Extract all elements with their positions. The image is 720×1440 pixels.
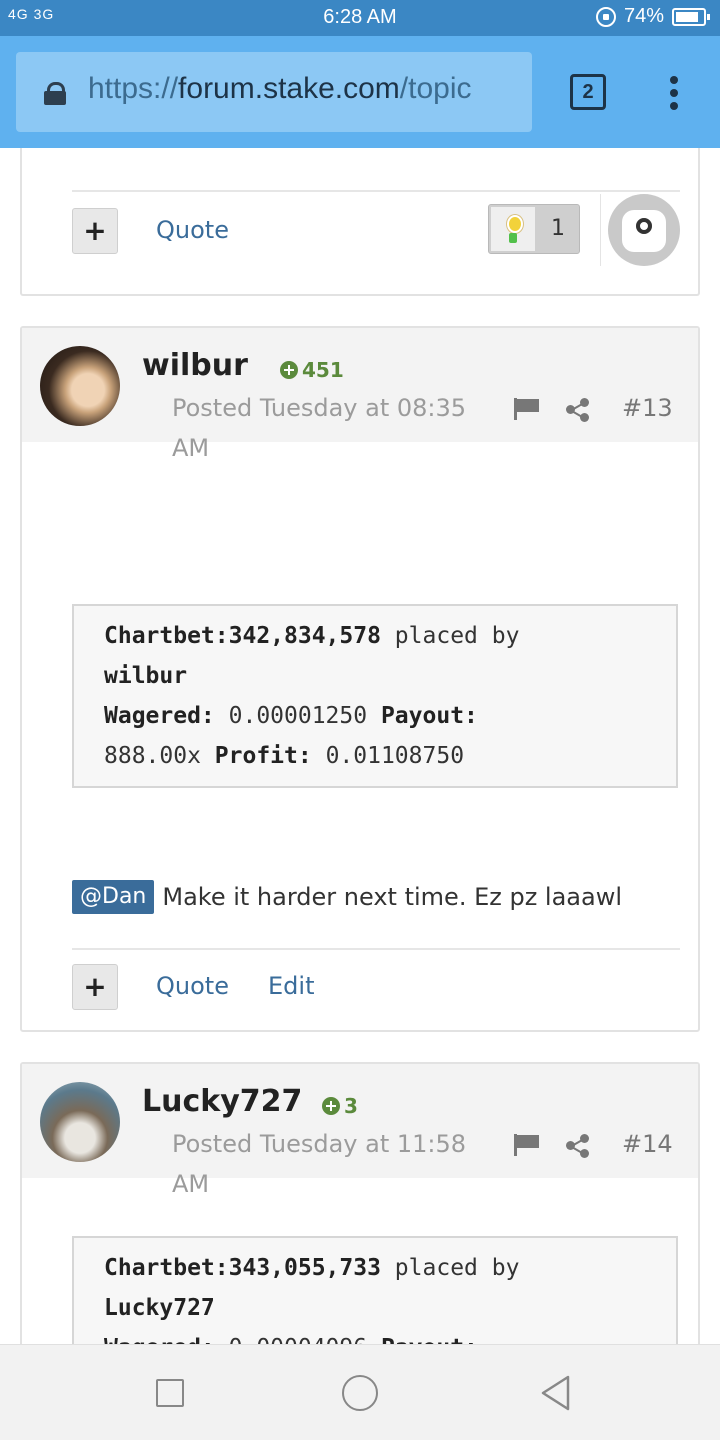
bet-placed-by: placed by xyxy=(380,1255,520,1281)
bet-placed-by: placed by xyxy=(380,623,520,649)
share-icon[interactable] xyxy=(566,398,590,422)
status-bar: 4G 3G 6:28 AM 74% xyxy=(0,0,720,36)
post-text: Make it harder next time. Ez pz laaawl xyxy=(162,883,623,911)
wagered-label: Wagered: xyxy=(104,1335,215,1344)
profit-label: Profit: xyxy=(214,743,312,769)
payout-value: 888.00x xyxy=(104,743,215,769)
plus-circle-icon xyxy=(280,361,298,379)
bet-user: wilbur xyxy=(104,663,188,689)
share-icon[interactable] xyxy=(566,1134,590,1158)
avatar[interactable] xyxy=(40,346,120,426)
recent-apps-icon[interactable] xyxy=(156,1379,184,1407)
avatar[interactable] xyxy=(40,1082,120,1162)
post-date: Posted Tuesday at 08:35 AM xyxy=(172,394,467,462)
page-content[interactable]: + Quote 1 wilbur 451 Posted Tuesday at 0… xyxy=(0,148,720,1344)
bet-embed: Chartbet:342,834,578 placed by wilbur Wa… xyxy=(72,604,678,788)
reputation-count: 3 xyxy=(344,1094,358,1118)
flag-icon[interactable] xyxy=(514,398,540,420)
plus-button[interactable]: + xyxy=(72,964,118,1010)
username[interactable]: wilbur xyxy=(142,348,248,383)
wagered-value: 0.00004096 xyxy=(215,1335,381,1344)
post-header: Lucky727 3 Posted Tuesday at 11:58 AM #1… xyxy=(22,1064,698,1198)
vertical-divider xyxy=(600,194,601,266)
bet-prefix: Chartbet: xyxy=(104,1255,229,1281)
mention-link[interactable]: @Dan xyxy=(72,880,155,914)
reputation-badge: 451 xyxy=(280,358,344,382)
bet-user: Lucky727 xyxy=(104,1295,215,1321)
post-date: Posted Tuesday at 11:58 AM xyxy=(172,1130,467,1198)
post-card: Lucky727 3 Posted Tuesday at 11:58 AM #1… xyxy=(20,1062,700,1344)
post-card: wilbur 451 Posted Tuesday at 08:35 AM #1… xyxy=(20,326,700,1032)
upvote-count: 1 xyxy=(551,216,565,241)
home-icon[interactable] xyxy=(342,1375,378,1411)
url-path: /topic xyxy=(399,72,472,105)
url-domain: forum.stake.com xyxy=(178,72,400,105)
lightbulb-icon xyxy=(505,213,523,245)
reputation-badge: 3 xyxy=(322,1094,358,1118)
lock-icon[interactable] xyxy=(44,82,66,105)
post-header: wilbur 451 Posted Tuesday at 08:35 AM #1… xyxy=(22,328,698,462)
address-bar[interactable]: https://forum.stake.com/topic xyxy=(16,52,532,132)
post-divider xyxy=(72,190,680,192)
bet-id[interactable]: 343,055,733 xyxy=(229,1255,381,1281)
browser-toolbar: https://forum.stake.com/topic 2 xyxy=(0,36,720,148)
wagered-value: 0.00001250 xyxy=(214,703,381,729)
mascot-avatar[interactable] xyxy=(608,194,680,266)
upvote-button[interactable]: 1 xyxy=(488,204,580,254)
flag-icon[interactable] xyxy=(514,1134,540,1156)
wagered-label: Wagered: xyxy=(104,703,215,729)
payout-label: Payout: xyxy=(381,1335,478,1344)
upvote-icon-area[interactable] xyxy=(491,207,535,251)
battery-icon xyxy=(672,7,710,26)
battery-percent: 74% xyxy=(623,5,664,27)
bet-id[interactable]: 342,834,578 xyxy=(229,623,381,649)
rotation-lock-icon xyxy=(595,6,616,27)
post-number[interactable]: #14 xyxy=(622,1130,673,1158)
overflow-menu-icon[interactable] xyxy=(668,76,680,110)
bet-embed: Chartbet:343,055,733 placed by Lucky727 … xyxy=(72,1236,678,1344)
url-text[interactable]: https://forum.stake.com/topic xyxy=(88,72,472,106)
profit-value: 0.01108750 xyxy=(311,743,465,769)
reputation-count: 451 xyxy=(302,358,344,382)
tab-switcher-button[interactable]: 2 xyxy=(570,74,606,110)
previous-post-card: + Quote 1 xyxy=(20,148,700,296)
plus-circle-icon xyxy=(322,1097,340,1115)
username[interactable]: Lucky727 xyxy=(142,1084,302,1119)
edit-link[interactable]: Edit xyxy=(268,972,314,1000)
quote-link[interactable]: Quote xyxy=(156,216,229,244)
post-number[interactable]: #13 xyxy=(622,394,673,422)
plus-button[interactable]: + xyxy=(72,208,118,254)
url-scheme: https:// xyxy=(88,72,179,105)
post-body: @Dan Make it harder next time. Ez pz laa… xyxy=(72,880,622,914)
navigation-bar xyxy=(0,1344,720,1440)
bet-prefix: Chartbet: xyxy=(104,623,229,649)
payout-label: Payout: xyxy=(380,703,478,729)
quote-link[interactable]: Quote xyxy=(156,972,229,1000)
post-divider xyxy=(72,948,680,950)
battery-area: 74% xyxy=(595,5,710,28)
